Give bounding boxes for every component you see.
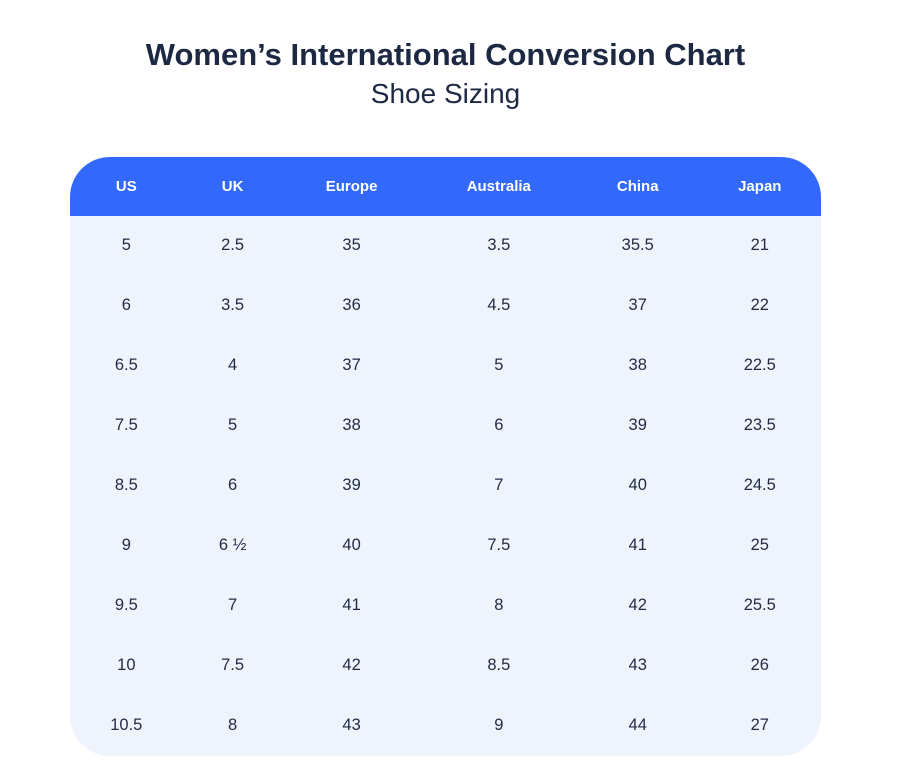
size-cell: 7	[421, 456, 577, 516]
size-cell: 4.5	[421, 276, 577, 336]
size-cell: 41	[283, 576, 421, 636]
size-cell: 26	[699, 636, 821, 696]
size-cell: 22.5	[699, 336, 821, 396]
size-cell: 6	[70, 276, 183, 336]
size-cell: 42	[283, 636, 421, 696]
column-header-us: US	[70, 157, 183, 216]
size-cell: 7	[183, 576, 283, 636]
size-cell: 37	[577, 276, 699, 336]
table-body: 52.5353.535.52163.5364.537226.543753822.…	[70, 216, 821, 756]
column-header-china: China	[577, 157, 699, 216]
size-cell: 40	[577, 456, 699, 516]
size-cell: 9	[421, 696, 577, 756]
size-cell: 41	[577, 516, 699, 576]
page-title: Women’s International Conversion Chart	[70, 36, 821, 73]
size-cell: 25.5	[699, 576, 821, 636]
size-cell: 42	[577, 576, 699, 636]
table-row: 8.563974024.5	[70, 456, 821, 516]
size-cell: 25	[699, 516, 821, 576]
size-cell: 2.5	[183, 216, 283, 276]
table-row: 6.543753822.5	[70, 336, 821, 396]
size-cell: 38	[283, 396, 421, 456]
size-cell: 10.5	[70, 696, 183, 756]
table-row: 107.5428.54326	[70, 636, 821, 696]
size-cell: 38	[577, 336, 699, 396]
size-cell: 3.5	[183, 276, 283, 336]
size-cell: 5	[183, 396, 283, 456]
size-cell: 44	[577, 696, 699, 756]
size-cell: 37	[283, 336, 421, 396]
column-header-japan: Japan	[699, 157, 821, 216]
size-cell: 35.5	[577, 216, 699, 276]
size-cell: 6	[183, 456, 283, 516]
size-cell: 22	[699, 276, 821, 336]
column-header-uk: UK	[183, 157, 283, 216]
size-cell: 4	[183, 336, 283, 396]
conversion-table-card: USUKEuropeAustraliaChinaJapan 52.5353.53…	[70, 157, 821, 756]
table-row: 96 ½407.54125	[70, 516, 821, 576]
size-cell: 8	[183, 696, 283, 756]
size-cell: 43	[577, 636, 699, 696]
content-container: Women’s International Conversion Chart S…	[70, 0, 821, 756]
size-cell: 40	[283, 516, 421, 576]
size-cell: 39	[577, 396, 699, 456]
size-cell: 7.5	[421, 516, 577, 576]
size-cell: 36	[283, 276, 421, 336]
size-cell: 7.5	[183, 636, 283, 696]
table-row: 63.5364.53722	[70, 276, 821, 336]
size-cell: 35	[283, 216, 421, 276]
size-cell: 9	[70, 516, 183, 576]
table-row: 7.553863923.5	[70, 396, 821, 456]
table-row: 52.5353.535.521	[70, 216, 821, 276]
size-cell: 8	[421, 576, 577, 636]
size-cell: 6.5	[70, 336, 183, 396]
table-header: USUKEuropeAustraliaChinaJapan	[70, 157, 821, 216]
size-cell: 21	[699, 216, 821, 276]
size-cell: 5	[70, 216, 183, 276]
size-cell: 27	[699, 696, 821, 756]
table-row: 9.574184225.5	[70, 576, 821, 636]
conversion-table: USUKEuropeAustraliaChinaJapan 52.5353.53…	[70, 157, 821, 756]
size-cell: 8.5	[70, 456, 183, 516]
size-cell: 10	[70, 636, 183, 696]
column-header-europe: Europe	[283, 157, 421, 216]
size-cell: 24.5	[699, 456, 821, 516]
column-header-australia: Australia	[421, 157, 577, 216]
size-cell: 43	[283, 696, 421, 756]
size-cell: 8.5	[421, 636, 577, 696]
size-cell: 5	[421, 336, 577, 396]
size-cell: 3.5	[421, 216, 577, 276]
table-row: 10.584394427	[70, 696, 821, 756]
table-header-row: USUKEuropeAustraliaChinaJapan	[70, 157, 821, 216]
size-cell: 7.5	[70, 396, 183, 456]
size-cell: 9.5	[70, 576, 183, 636]
page-subtitle: Shoe Sizing	[70, 77, 821, 111]
size-cell: 23.5	[699, 396, 821, 456]
size-cell: 6 ½	[183, 516, 283, 576]
size-cell: 39	[283, 456, 421, 516]
size-cell: 6	[421, 396, 577, 456]
